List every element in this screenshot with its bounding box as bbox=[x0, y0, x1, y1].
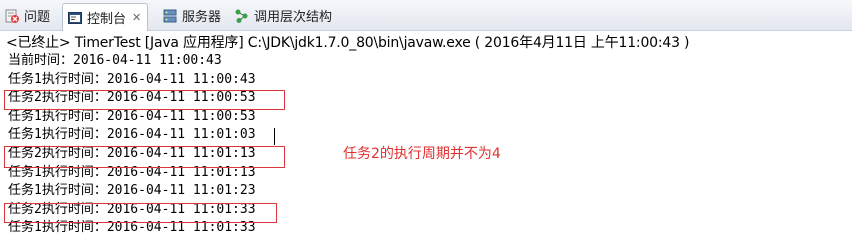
tab-servers[interactable]: 服务器 bbox=[162, 3, 221, 28]
log-line: 任务1执行时间：2016-04-11 11:01:03 bbox=[8, 127, 256, 143]
log-line: 任务2执行时间：2016-04-11 11:01:13 bbox=[8, 145, 256, 161]
problems-icon bbox=[4, 8, 20, 24]
text-cursor bbox=[274, 128, 275, 145]
log-line: 任务2执行时间：2016-04-11 11:01:33 bbox=[8, 201, 256, 217]
tab-call-hierarchy-label: 调用层次结构 bbox=[254, 10, 333, 25]
log-line: 任务1执行时间：2016-04-11 11:01:23 bbox=[8, 183, 256, 199]
tab-servers-label: 服务器 bbox=[182, 10, 222, 25]
console-icon bbox=[67, 10, 83, 26]
tab-console[interactable]: 控制台 ✕ bbox=[62, 3, 149, 31]
call-hierarchy-icon bbox=[234, 8, 250, 24]
log-line: 任务1执行时间：2016-04-11 11:00:53 bbox=[8, 108, 256, 124]
console-header: <已终止> TimerTest [Java 应用程序] C:\JDK\jdk1.… bbox=[6, 35, 690, 51]
tab-problems[interactable]: 问题 bbox=[4, 3, 50, 28]
servers-icon bbox=[162, 8, 178, 24]
tab-call-hierarchy[interactable]: 调用层次结构 bbox=[234, 3, 332, 28]
tab-console-label: 控制台 bbox=[87, 12, 127, 27]
log-line: 任务1执行时间：2016-04-11 11:01:13 bbox=[8, 164, 256, 180]
log-line: 任务2执行时间：2016-04-11 11:00:53 bbox=[8, 90, 256, 106]
log-line: 当前时间：2016-04-11 11:00:43 bbox=[8, 53, 222, 68]
log-line: 任务1执行时间：2016-04-11 11:01:33 bbox=[8, 220, 256, 236]
annotation-note: 任务2的执行周期并不为4 bbox=[343, 146, 501, 162]
console-output: 当前时间：2016-04-11 11:00:43 任务1执行时间：2016-04… bbox=[8, 52, 256, 238]
close-icon[interactable]: ✕ bbox=[132, 11, 141, 24]
view-tab-bar: 问题 控制台 ✕ 服务器 调用层次结构 bbox=[0, 0, 852, 31]
tab-problems-label: 问题 bbox=[24, 10, 51, 25]
log-line: 任务1执行时间：2016-04-11 11:00:43 bbox=[8, 71, 256, 87]
